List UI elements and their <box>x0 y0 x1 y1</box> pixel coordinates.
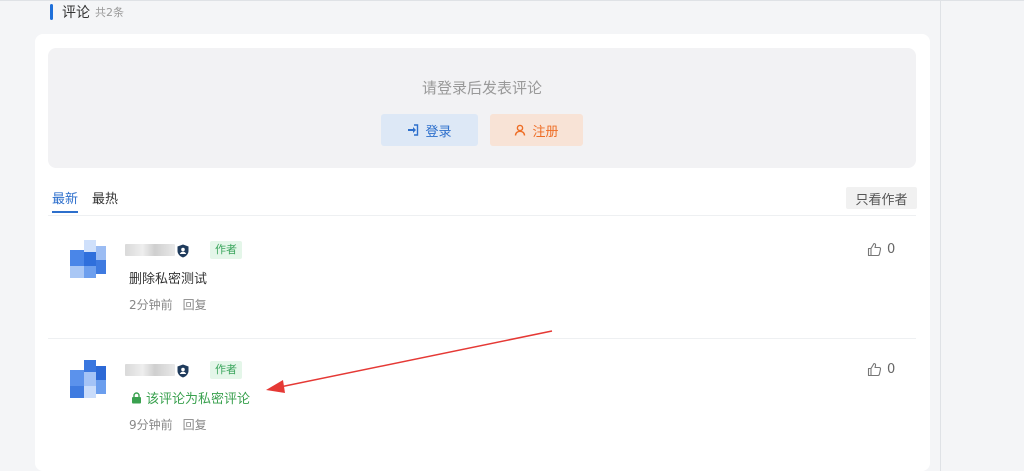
lock-icon <box>131 391 142 404</box>
comment-time: 2分钟前 <box>129 298 173 312</box>
shield-user-icon <box>176 243 190 258</box>
comment-divider <box>48 338 916 339</box>
thumbs-up-icon <box>867 362 882 377</box>
register-label: 注册 <box>532 124 559 140</box>
comment-time: 9分钟前 <box>129 418 173 432</box>
tabs-divider <box>48 215 916 216</box>
comments-card: 请登录后发表评论 登录 注册 最新 最热 只看作者 作者 删除私密测试 2分钟前… <box>35 34 930 471</box>
login-button[interactable]: 登录 <box>381 114 478 146</box>
like-count: 0 <box>887 242 896 257</box>
private-notice-text: 该评论为私密评论 <box>146 392 251 407</box>
tab-hottest[interactable]: 最热 <box>92 188 118 213</box>
right-divider <box>940 0 941 471</box>
comment-item: 作者 删除私密测试 2分钟前 回复 0 <box>35 234 930 344</box>
section-title: 评论 <box>62 5 90 21</box>
avatar[interactable] <box>70 360 110 400</box>
private-notice: 该评论为私密评论 <box>131 388 250 407</box>
username-redacted[interactable] <box>125 244 175 256</box>
author-only-button[interactable]: 只看作者 <box>846 187 917 209</box>
avatar[interactable] <box>70 240 110 280</box>
reply-button[interactable]: 回复 <box>183 416 207 433</box>
sort-tabs: 最新 最热 <box>52 188 132 213</box>
section-accent-bar <box>50 4 53 20</box>
author-tag: 作者 <box>210 241 242 259</box>
comment-meta: 9分钟前 回复 <box>129 416 207 433</box>
tab-latest[interactable]: 最新 <box>52 188 79 213</box>
comment-content: 删除私密测试 <box>129 272 208 287</box>
thumbs-up-icon <box>867 242 882 257</box>
comment-meta: 2分钟前 回复 <box>129 296 207 313</box>
like-count: 0 <box>887 362 896 377</box>
shield-user-icon <box>176 363 190 378</box>
top-divider <box>0 0 1024 1</box>
sign-in-icon <box>407 124 419 136</box>
username-redacted[interactable] <box>125 364 175 376</box>
like-button[interactable]: 0 <box>867 242 895 257</box>
login-box: 请登录后发表评论 登录 注册 <box>48 48 916 168</box>
register-button[interactable]: 注册 <box>490 114 583 146</box>
comment-item: 作者 该评论为私密评论 9分钟前 回复 0 <box>35 354 930 464</box>
comment-count: 共2条 <box>95 6 124 19</box>
reply-button[interactable]: 回复 <box>183 296 207 313</box>
user-icon <box>514 124 526 136</box>
like-button[interactable]: 0 <box>867 362 895 377</box>
login-prompt: 请登录后发表评论 <box>421 79 542 97</box>
author-tag: 作者 <box>210 361 242 379</box>
login-label: 登录 <box>425 124 452 140</box>
section-header: 评论 共2条 <box>50 3 124 21</box>
